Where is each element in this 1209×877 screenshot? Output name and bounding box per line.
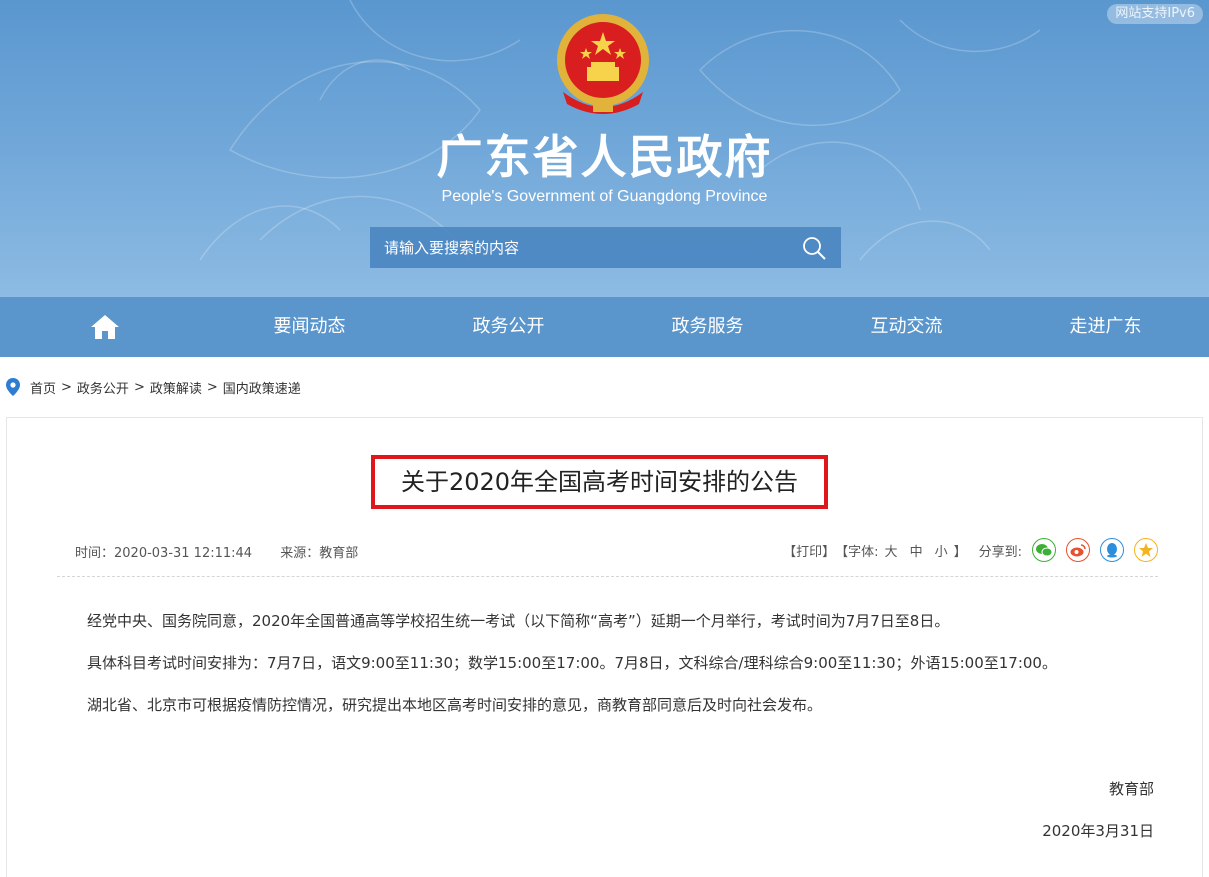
- article-source: 来源：教育部: [280, 546, 359, 561]
- font-size-large-button[interactable]: 大: [885, 541, 898, 560]
- site-header: 网站支持IPv6 广东省人民政府 People's Government of …: [0, 0, 1209, 297]
- breadcrumb-home[interactable]: 首页: [30, 378, 56, 397]
- font-size-medium-button[interactable]: 中: [910, 541, 923, 560]
- search-input[interactable]: [370, 227, 790, 268]
- qzone-icon[interactable]: [1134, 538, 1158, 562]
- site-subtitle: People's Government of Guangdong Provinc…: [441, 188, 768, 205]
- nav-item-news[interactable]: 要闻动态: [210, 297, 409, 357]
- nav-home[interactable]: [0, 297, 210, 357]
- signature-date: 2020年3月31日: [1042, 822, 1154, 840]
- ipv6-badge: 网站支持IPv6: [1107, 4, 1203, 24]
- weibo-icon[interactable]: [1066, 538, 1090, 562]
- font-size-close: 】: [953, 544, 967, 560]
- breadcrumb-separator: >: [133, 379, 145, 395]
- search-icon[interactable]: [801, 236, 827, 260]
- site-title: 广东省人民政府: [436, 130, 773, 184]
- qq-icon[interactable]: [1100, 538, 1124, 562]
- article-title: 关于2020年全国高考时间安排的公告: [371, 455, 828, 509]
- print-button[interactable]: 【打印】: [783, 541, 835, 560]
- article-meta: 时间：2020-03-31 12:11:44 来源：教育部 【打印】 【字体: …: [57, 538, 1158, 577]
- publish-time: 时间：2020-03-31 12:11:44: [75, 546, 253, 561]
- article-signature: 教育部 2020年3月31日: [1042, 778, 1154, 842]
- article-panel: 关于2020年全国高考时间安排的公告 时间：2020-03-31 12:11:4…: [6, 417, 1203, 877]
- font-size-label: 【字体:: [835, 544, 879, 560]
- location-pin-icon: [6, 378, 20, 396]
- wechat-icon[interactable]: [1032, 538, 1056, 562]
- breadcrumb-separator: >: [61, 379, 72, 395]
- nav-item-interaction[interactable]: 互动交流: [807, 297, 1006, 357]
- article-paragraph: 具体科目考试时间安排为：7月7日，语文9:00至11:30；数学15:00至17…: [87, 654, 1057, 672]
- article-paragraph: 湖北省、北京市可根据疫情防控情况，研究提出本地区高考时间安排的意见，商教育部同意…: [87, 696, 823, 714]
- nav-item-about-guangdong[interactable]: 走进广东: [1006, 297, 1205, 357]
- breadcrumb-separator: >: [206, 379, 218, 395]
- search-bar: [370, 227, 841, 268]
- home-icon: [91, 315, 119, 339]
- article-paragraph: 经党中央、国务院同意，2020年全国普通高等学校招生统一考试（以下简称“高考”）…: [87, 612, 950, 630]
- breadcrumb: 首页 > 政务公开 > 政策解读 > 国内政策速递: [0, 357, 1209, 417]
- nav-item-services[interactable]: 政务服务: [608, 297, 807, 357]
- breadcrumb-government-affairs[interactable]: 政务公开: [77, 378, 129, 397]
- national-emblem: [557, 14, 649, 114]
- main-nav: 要闻动态 政务公开 政务服务 互动交流 走进广东: [0, 297, 1209, 357]
- signature-org: 教育部: [1108, 780, 1154, 798]
- share-label: 分享到:: [978, 544, 1022, 560]
- breadcrumb-policy-interpretation[interactable]: 政策解读: [150, 378, 202, 397]
- font-size-small-button[interactable]: 小: [935, 541, 948, 560]
- breadcrumb-domestic-policy[interactable]: 国内政策速递: [223, 378, 301, 397]
- nav-item-government-affairs[interactable]: 政务公开: [409, 297, 608, 357]
- article-body: 经党中央、国务院同意，2020年全国普通高等学校招生统一考试（以下简称“高考”）…: [87, 610, 1157, 736]
